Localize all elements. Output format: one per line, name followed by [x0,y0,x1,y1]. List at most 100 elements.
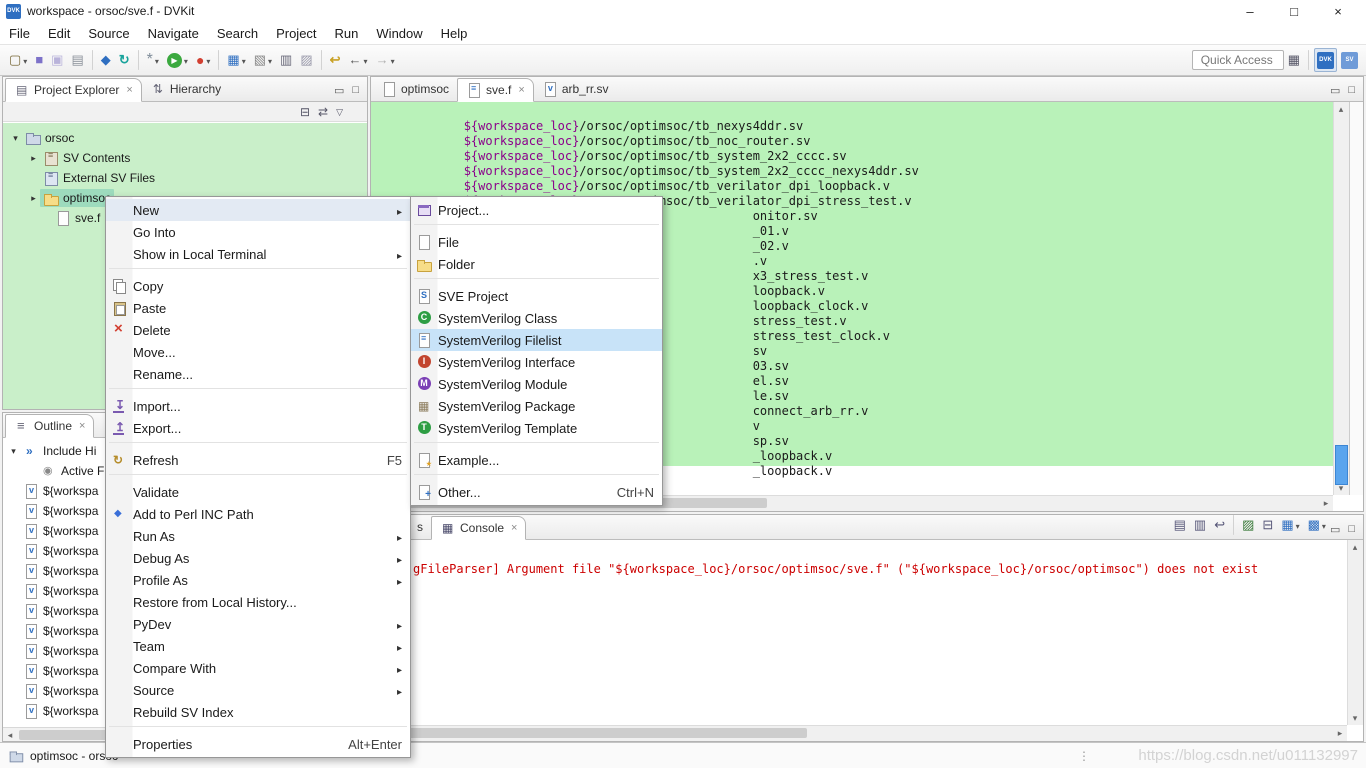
editor-tab[interactable]: optimsoc [373,77,457,101]
scrollbar-thumb[interactable] [1335,445,1348,485]
console-toolbar-button[interactable]: ▥ [1191,513,1209,537]
toolbar-button[interactable]: DVK [1314,48,1337,72]
menubar-item[interactable]: Run [326,24,368,43]
menu-item[interactable]: SystemVerilog Module [411,373,662,395]
scroll-right-icon[interactable] [1319,496,1333,510]
menu-item[interactable]: SystemVerilog Template [411,417,662,439]
toolbar-button[interactable] [320,50,322,70]
toolbar-button[interactable]: ▶ [164,48,191,72]
toolbar-button[interactable]: ▣ [48,48,66,72]
menu-item[interactable]: SystemVerilog Interface [411,351,662,373]
tree-expand-icon[interactable]: ▸ [27,193,40,204]
scroll-left-icon[interactable] [3,728,17,742]
maximize-button[interactable]: □ [1272,4,1316,19]
menu-item[interactable] [106,388,410,395]
view-tab[interactable]: Project Explorer × [5,78,142,102]
editor-tab[interactable]: sve.f × [457,78,534,102]
console-toolbar-button[interactable]: ▤ [1171,513,1189,537]
menu-item[interactable]: Example... [411,449,662,471]
toolbar-button[interactable]: ■ [32,48,46,72]
menu-item[interactable]: Paste [106,297,410,319]
dropdown-arrow-icon[interactable] [240,53,246,67]
menu-item[interactable]: File [411,231,662,253]
menubar-item[interactable]: Edit [39,24,79,43]
explorer-toolbar-button[interactable]: ⊟ [297,103,313,121]
minimize-button[interactable]: – [1228,4,1272,19]
tree-item[interactable]: ▾ orsoc [3,128,367,148]
menu-item[interactable]: Copy [106,275,410,297]
toolbar-button[interactable]: ↩ [327,48,344,72]
toolbar-button[interactable]: → [373,48,398,72]
toolbar-button[interactable]: ▥ [277,48,295,72]
menu-item[interactable]: Validate [106,481,410,503]
menu-item[interactable]: Debug As [106,547,410,569]
menu-item[interactable]: Delete [106,319,410,341]
menu-item[interactable]: Export... [106,417,410,439]
view-tab[interactable]: Hierarchy [142,77,229,101]
toolbar-button[interactable]: SV [1339,48,1360,72]
maximize-view-icon[interactable]: □ [352,84,359,97]
menubar-item[interactable]: Project [267,24,325,43]
dropdown-arrow-icon[interactable] [153,53,159,67]
menu-item[interactable] [411,224,662,231]
console-toolbar-button[interactable] [1233,515,1235,535]
toolbar-button[interactable] [137,50,139,70]
editor-vertical-scrollbar[interactable] [1333,102,1349,495]
toolbar-button[interactable]: ▦ [1285,48,1303,72]
menu-item[interactable] [411,442,662,449]
close-tab-icon[interactable]: × [511,522,517,534]
menu-item[interactable]: Show in Local Terminal [106,243,410,265]
menubar-item[interactable]: File [0,24,39,43]
menu-item[interactable] [106,726,410,733]
menu-item[interactable]: Restore from Local History... [106,591,410,613]
menu-item[interactable] [106,474,410,481]
menu-item[interactable] [411,474,662,481]
console-output[interactable]: gFileParser] Argument file "${workspace_… [371,540,1347,725]
menu-item[interactable]: Source [106,679,410,701]
toolbar-button[interactable]: ▦ [224,48,248,72]
menubar-item[interactable]: Navigate [139,24,208,43]
toolbar-button[interactable]: ▤ [68,48,86,72]
dropdown-arrow-icon[interactable] [1320,518,1326,532]
close-tab-icon[interactable]: × [126,84,132,96]
view-tab[interactable]: Console × [431,516,527,540]
menu-item[interactable]: Team [106,635,410,657]
toolbar-button[interactable]: * [144,48,162,72]
menu-item[interactable]: Profile As [106,569,410,591]
scroll-right-icon[interactable] [1333,726,1347,740]
toolbar-button[interactable]: ● [193,48,213,72]
close-tab-icon[interactable]: × [518,84,524,96]
menu-item[interactable]: SVE Project [411,285,662,307]
maximize-view-icon[interactable]: □ [1348,84,1355,97]
tree-expand-icon[interactable]: ▾ [9,133,22,144]
scroll-down-icon[interactable] [1334,481,1348,495]
toolbar-button[interactable]: ▢ [6,48,30,72]
menu-item[interactable]: Project... [411,199,662,221]
toolbar-button[interactable] [218,50,220,70]
menubar-item[interactable]: Search [208,24,267,43]
statusbar-grip[interactable]: ⋮ [1078,749,1090,763]
dropdown-arrow-icon[interactable] [1294,518,1300,532]
toolbar-button[interactable]: ← [346,48,371,72]
menu-item[interactable] [106,268,410,275]
maximize-view-icon[interactable]: □ [1348,523,1355,536]
dropdown-arrow-icon[interactable] [21,53,27,67]
console-vertical-scrollbar[interactable] [1347,540,1363,725]
quick-access-input[interactable]: Quick Access [1191,50,1284,70]
menu-item[interactable]: New [106,199,410,221]
minimize-view-icon[interactable]: ▭ [1330,523,1340,536]
explorer-toolbar-button[interactable]: ⇄ [315,103,331,121]
console-toolbar-button[interactable]: ↩ [1211,513,1228,537]
menu-item[interactable]: SystemVerilog Class [411,307,662,329]
dropdown-arrow-icon[interactable] [204,53,210,67]
menu-item[interactable]: Run As [106,525,410,547]
explorer-toolbar-button[interactable]: ▽ [333,103,346,121]
toolbar-button[interactable]: ▧ [251,48,275,72]
console-toolbar-button[interactable]: ▩ [1305,513,1329,537]
menu-item[interactable]: Import... [106,395,410,417]
console-horizontal-scrollbar[interactable] [371,725,1347,741]
outline-expand-icon[interactable]: ▾ [7,446,20,457]
menubar-item[interactable]: Window [367,24,431,43]
tree-expand-icon[interactable]: ▸ [27,153,40,164]
tree-item[interactable]: ▸ SV Contents [3,148,367,168]
